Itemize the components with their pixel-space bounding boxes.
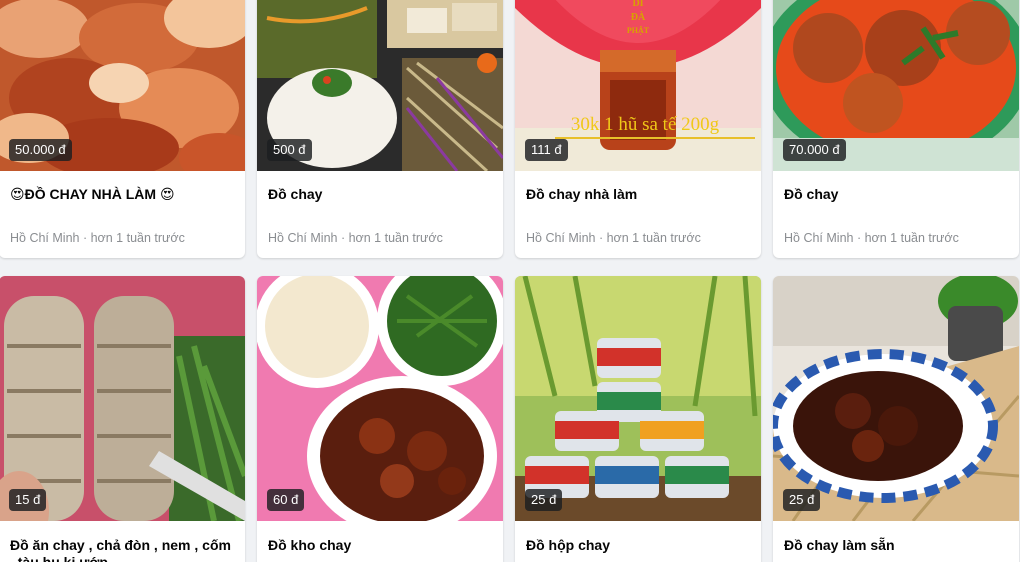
price-badge: 60 đ — [267, 489, 305, 511]
listing-title[interactable]: 😍ĐỒ CHAY NHÀ LÀM 😍 — [10, 186, 234, 203]
listing-photo[interactable]: 50.000 đ — [0, 0, 245, 171]
listing-location: Hồ Chí Minh — [526, 231, 596, 245]
listing-meta: Hồ Chí Minh · hơn 1 tuần trước — [268, 230, 492, 246]
banner-text: PHẬT — [627, 26, 650, 35]
meta-separator: · — [79, 231, 91, 245]
meta-separator: · — [853, 231, 865, 245]
listing-meta: Hồ Chí Minh · hơn 1 tuần trước — [784, 230, 1008, 246]
listing-location: Hồ Chí Minh — [268, 231, 338, 245]
listing-card[interactable]: 25 đ Đồ hộp chay — [515, 276, 761, 562]
listing-card[interactable]: 60 đ Đồ kho chay — [257, 276, 503, 562]
price-badge: 70.000 đ — [783, 139, 846, 161]
price-badge: 25 đ — [525, 489, 563, 511]
listing-title[interactable]: Đồ chay làm sẵn — [784, 537, 1008, 554]
banner-text: ĐÀ — [631, 11, 646, 23]
listing-meta: Hồ Chí Minh · hơn 1 tuần trước — [10, 230, 234, 246]
price-badge: 111 đ — [525, 139, 568, 161]
meta-separator: · — [595, 231, 607, 245]
listing-card[interactable]: 50.000 đ 😍ĐỒ CHAY NHÀ LÀM 😍 Hồ Chí Minh … — [0, 0, 245, 258]
price-badge: 15 đ — [9, 489, 47, 511]
listing-card[interactable]: 25 đ Đồ chay làm sẵn — [773, 276, 1019, 562]
listing-meta: Hồ Chí Minh · hơn 1 tuần trước — [526, 230, 750, 246]
listing-photo[interactable]: 25 đ — [773, 276, 1019, 521]
listing-title[interactable]: Đồ chay — [268, 186, 492, 203]
listing-card[interactable]: 500 đ Đồ chay Hồ Chí Minh · hơn 1 tuần t… — [257, 0, 503, 258]
listing-card[interactable]: 15 đ Đồ ăn chay , chả đòn , nem , cốm , … — [0, 276, 245, 562]
listing-title[interactable]: Đồ chay — [784, 186, 1008, 203]
listing-photo[interactable]: 25 đ — [515, 276, 761, 521]
price-badge: 500 đ — [267, 139, 312, 161]
listing-time: hơn 1 tuần trước — [348, 231, 443, 245]
listing-photo[interactable]: 15 đ — [0, 276, 245, 521]
meta-separator: · — [337, 231, 349, 245]
banner-text: 30k 1 hũ sa tế 200g — [571, 114, 720, 135]
listing-title[interactable]: Đồ hộp chay — [526, 537, 750, 554]
banner-text: DI — [632, 0, 643, 9]
listing-card[interactable]: 70.000 đ Đồ chay Hồ Chí Minh · hơn 1 tuầ… — [773, 0, 1019, 258]
listing-location: Hồ Chí Minh — [10, 231, 80, 245]
listing-title[interactable]: Đồ kho chay — [268, 537, 492, 554]
listing-photo[interactable]: 500 đ — [257, 0, 503, 171]
listing-title[interactable]: Đồ chay nhà làm — [526, 186, 750, 203]
listing-photo[interactable]: 60 đ — [257, 276, 503, 521]
listing-card[interactable]: DI ĐÀ PHẬT 30k 1 hũ sa tế 200g 111 đ Đồ … — [515, 0, 761, 258]
marketplace-grid: 50.000 đ 😍ĐỒ CHAY NHÀ LÀM 😍 Hồ Chí Minh … — [0, 0, 1020, 562]
price-badge: 50.000 đ — [9, 139, 72, 161]
listing-time: hơn 1 tuần trước — [90, 231, 185, 245]
listing-title[interactable]: Đồ ăn chay , chả đòn , nem , cốm , tàu h… — [10, 537, 234, 562]
listing-time: hơn 1 tuần trước — [606, 231, 701, 245]
listing-photo[interactable]: 70.000 đ — [773, 0, 1019, 171]
price-badge: 25 đ — [783, 489, 821, 511]
listing-time: hơn 1 tuần trước — [864, 231, 959, 245]
listing-location: Hồ Chí Minh — [784, 231, 854, 245]
listing-photo[interactable]: DI ĐÀ PHẬT 30k 1 hũ sa tế 200g 111 đ — [515, 0, 761, 171]
